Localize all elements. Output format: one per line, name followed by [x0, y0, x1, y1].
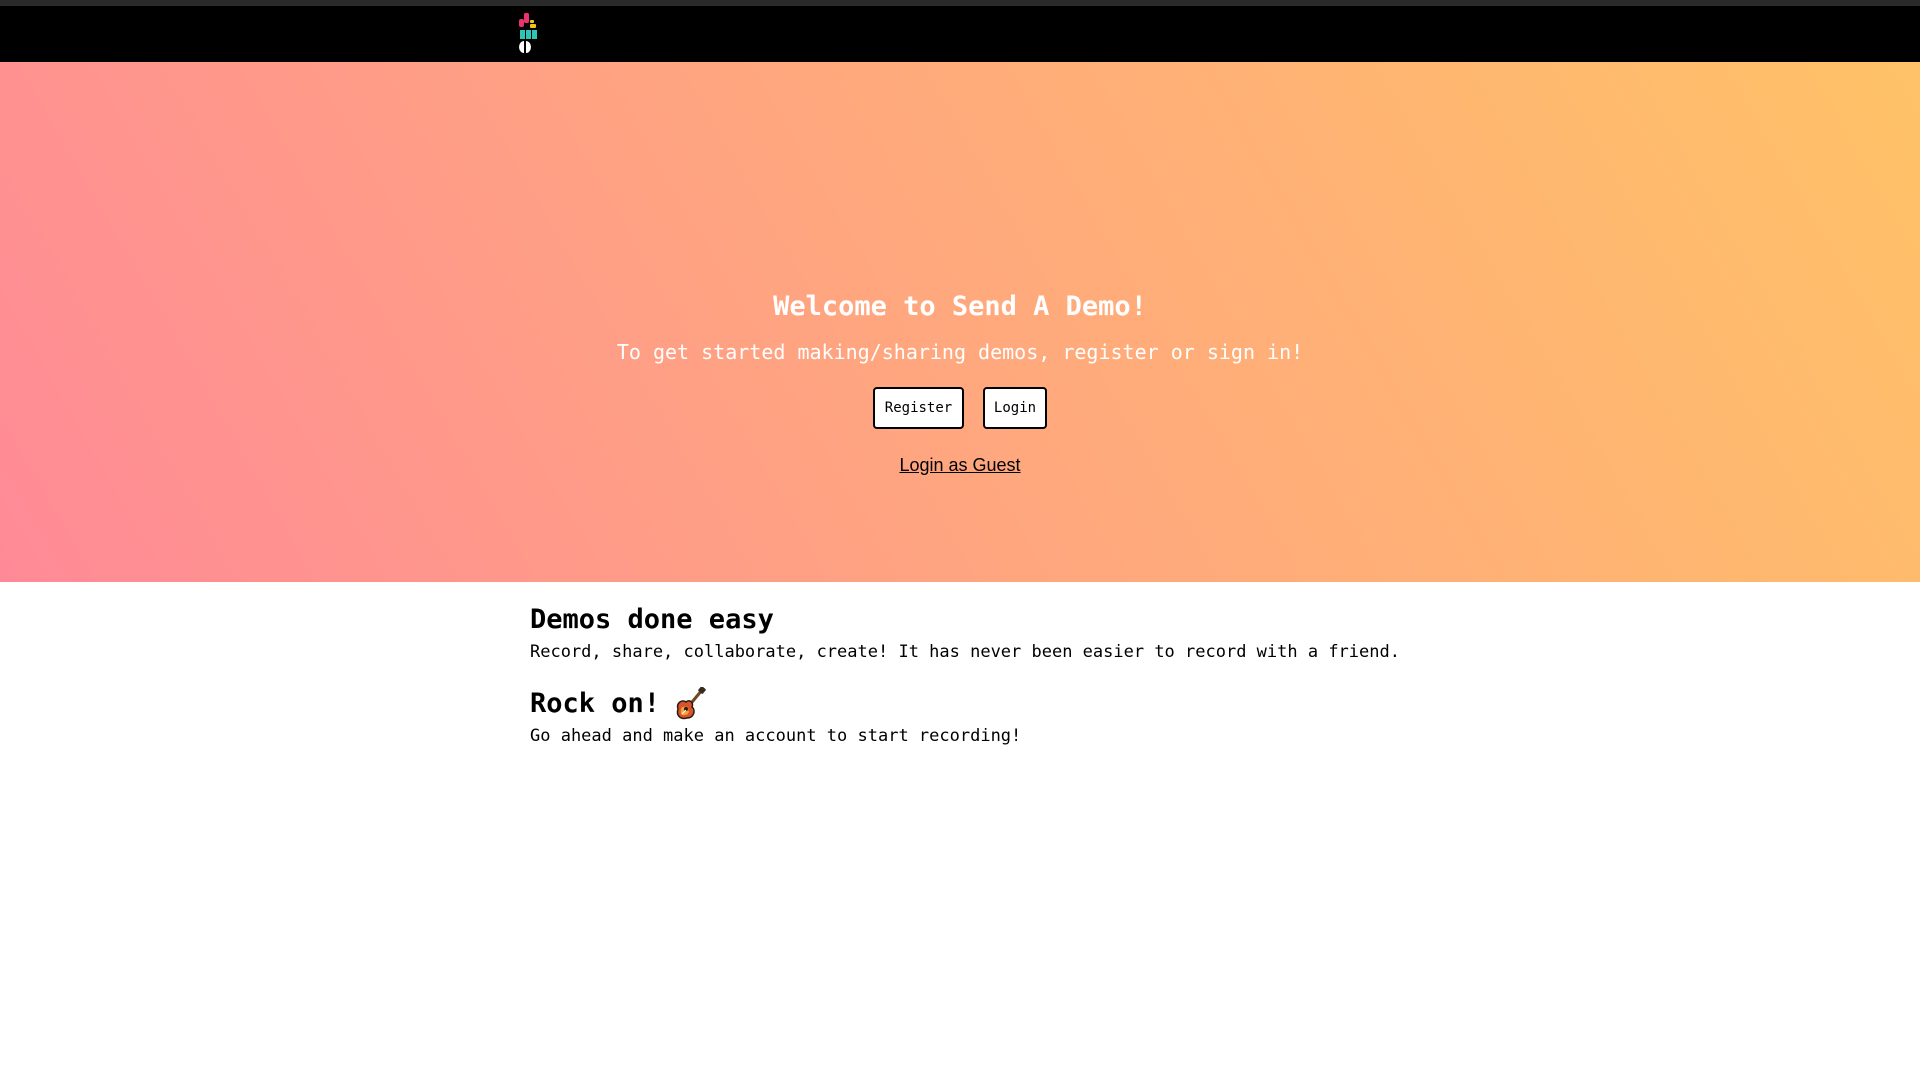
guest-login-container: Login as Guest: [0, 452, 1920, 478]
send-a-demo-logo-icon: [519, 13, 537, 53]
guitar-icon: [674, 686, 706, 721]
login-button[interactable]: Login: [983, 387, 1047, 429]
section-text-demos-done-easy: Record, share, collaborate, create! It h…: [530, 642, 1400, 662]
hero-subtitle: To get started making/sharing demos, reg…: [616, 340, 1304, 364]
section-title-rock-on: Rock on!: [530, 684, 1530, 724]
section-title-text: Demos done easy: [530, 604, 774, 635]
login-as-guest-link[interactable]: Login as Guest: [899, 455, 1020, 475]
section-text-rock-on: Go ahead and make an account to start re…: [530, 726, 1022, 746]
navbar: [0, 6, 1920, 62]
section-title-text: Rock on!: [530, 688, 661, 719]
home-logo-link[interactable]: [518, 12, 542, 56]
features-content: Demos done easy Record, share, collabora…: [530, 600, 1530, 748]
register-button[interactable]: Register: [873, 387, 964, 429]
hero-banner: Welcome to Send A Demo! To get started m…: [0, 62, 1920, 582]
hero-title: Welcome to Send A Demo!: [773, 291, 1147, 322]
section-title-demos-done-easy: Demos done easy: [530, 600, 1530, 640]
